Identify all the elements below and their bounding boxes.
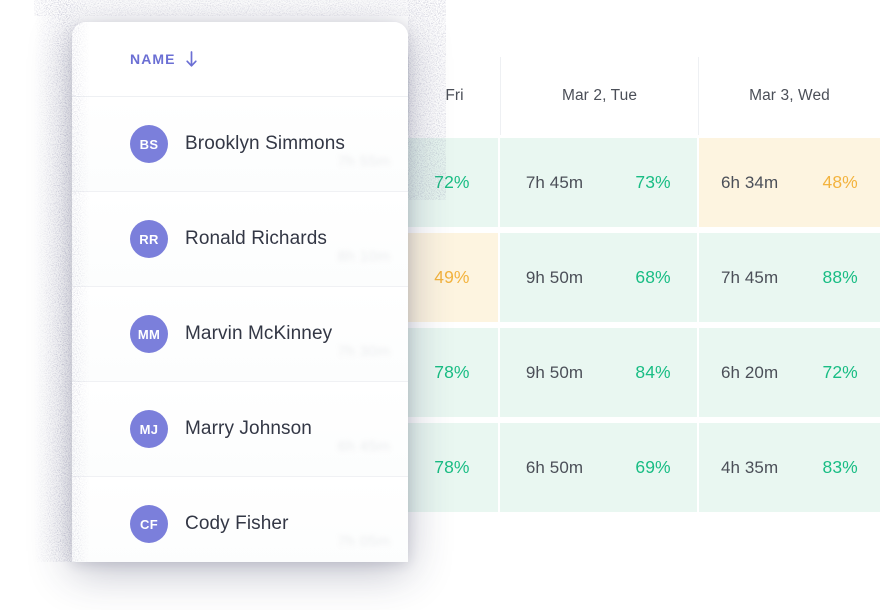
obscured-cell-ghost-text: 7h 30m	[337, 343, 390, 360]
cell-hours-value: 9h 50m	[525, 267, 584, 287]
cell-hours-value: 4h 35m	[720, 457, 779, 477]
table-cell-mar1[interactable]: 49%	[406, 233, 498, 322]
avatar: CF	[130, 505, 168, 543]
person-name: Marry Johnson	[185, 418, 312, 439]
table-cell-mar2[interactable]: 9h 50m 68%	[499, 233, 697, 322]
table-cell-mar3[interactable]: 6h 34m 48%	[698, 138, 880, 227]
cell-percent-value: 78%	[434, 362, 470, 382]
table-cell-mar3[interactable]: 7h 45m 88%	[698, 233, 880, 322]
cell-hours-value: 7h 45m	[720, 267, 779, 287]
table-cell-mar2[interactable]: 6h 50m 69%	[499, 423, 697, 512]
table-cell-mar1[interactable]: 72%	[406, 138, 498, 227]
obscured-cell-ghost-text: 6h 45m	[337, 438, 390, 455]
cell-percent-value: 69%	[635, 457, 671, 477]
table-cell-mar2[interactable]: 9h 50m 84%	[499, 328, 697, 417]
avatar: BS	[130, 125, 168, 163]
panel-header-label: NAME	[130, 51, 176, 67]
table-header-day-mar2[interactable]: Mar 2, Tue	[500, 57, 698, 135]
table-cell-mar1[interactable]: 78%	[406, 423, 498, 512]
table-header-day-mar1[interactable]: Fri	[408, 57, 500, 135]
cell-hours-value: 7h 45m	[525, 172, 584, 192]
cell-percent-value: 83%	[822, 457, 858, 477]
cell-percent-value: 49%	[434, 267, 470, 287]
table-header-day-mar3[interactable]: Mar 3, Wed	[698, 57, 880, 135]
person-list: BS Brooklyn Simmons 7h 55m RR Ronald Richard…	[72, 97, 408, 562]
cell-percent-value: 72%	[434, 172, 470, 192]
cell-percent-value: 78%	[434, 457, 470, 477]
cell-hours-value: 6h 34m	[720, 172, 779, 192]
list-item[interactable]: BS Brooklyn Simmons 7h 55m	[72, 97, 408, 192]
cell-hours-value: 6h 50m	[525, 457, 584, 477]
table-cell-mar3[interactable]: 6h 20m 72%	[698, 328, 880, 417]
cell-percent-value: 73%	[635, 172, 671, 192]
person-name: Brooklyn Simmons	[185, 133, 345, 154]
cell-percent-value: 88%	[822, 267, 858, 287]
table-cell-mar2[interactable]: 7h 45m 73%	[499, 138, 697, 227]
list-item[interactable]: CF Cody Fisher 7h 05m	[72, 477, 408, 562]
list-item[interactable]: RR Ronald Richards 8h 10m	[72, 192, 408, 287]
cell-percent-value: 84%	[635, 362, 671, 382]
cell-percent-value: 48%	[822, 172, 858, 192]
avatar: MJ	[130, 410, 168, 448]
list-item[interactable]: MM Marvin McKinney 7h 30m	[72, 287, 408, 382]
cell-hours-value: 9h 50m	[525, 362, 584, 382]
obscured-cell-ghost-text: 7h 05m	[337, 533, 390, 550]
arrow-down-icon[interactable]	[185, 50, 198, 68]
person-name: Marvin McKinney	[185, 323, 333, 344]
obscured-cell-ghost-text: 8h 10m	[337, 248, 390, 265]
cell-hours-value: 6h 20m	[720, 362, 779, 382]
list-item[interactable]: MJ Marry Johnson 6h 45m	[72, 382, 408, 477]
panel-header-name-sort[interactable]: NAME	[72, 22, 408, 97]
cell-percent-value: 68%	[635, 267, 671, 287]
person-name: Ronald Richards	[185, 228, 327, 249]
avatar: MM	[130, 315, 168, 353]
table-cell-mar1[interactable]: 78%	[406, 328, 498, 417]
obscured-cell-ghost-text: 7h 55m	[337, 153, 390, 170]
name-column-panel: NAME BS Brooklyn Simmons 7h 55m RR Ronald Ri…	[72, 22, 408, 562]
table-cell-mar3[interactable]: 4h 35m 83%	[698, 423, 880, 512]
cell-percent-value: 72%	[822, 362, 858, 382]
avatar: RR	[130, 220, 168, 258]
person-name: Cody Fisher	[185, 513, 289, 534]
